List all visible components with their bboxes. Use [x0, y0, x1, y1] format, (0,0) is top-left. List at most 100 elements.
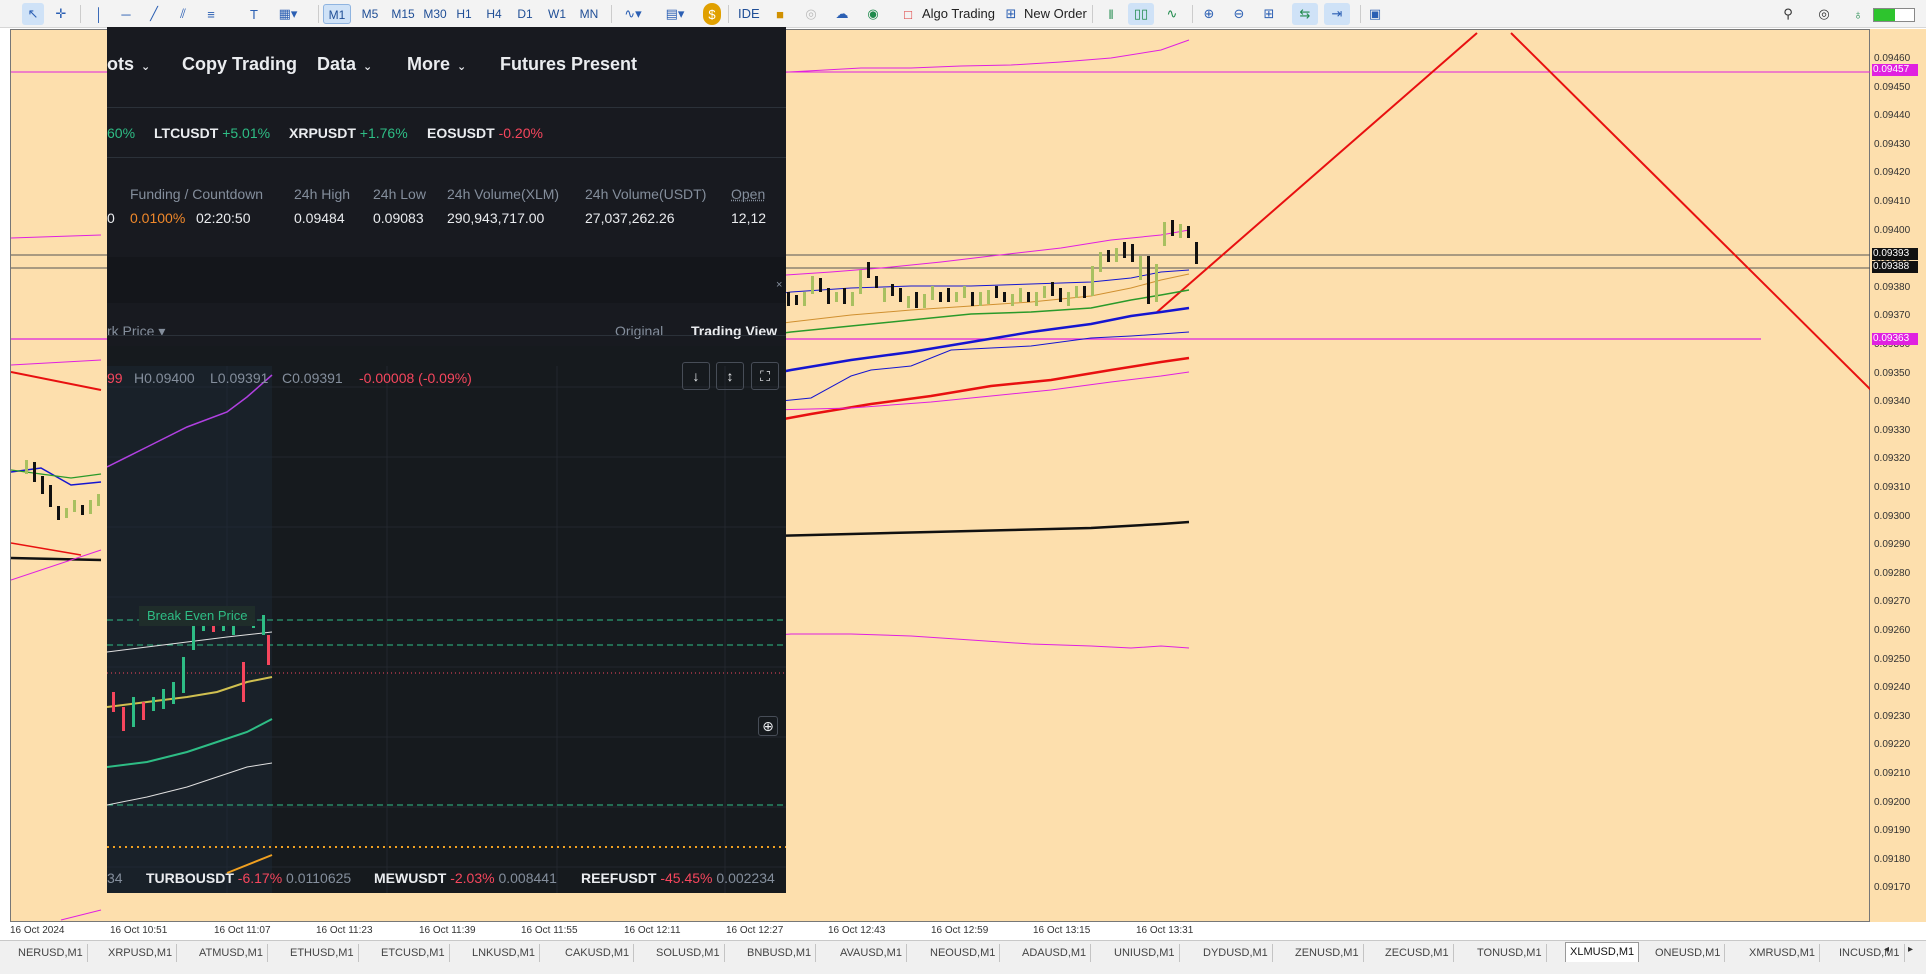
timeframe-d1[interactable]: D1: [514, 4, 536, 24]
timeframe-h4[interactable]: H4: [483, 4, 505, 24]
bottom-ticker-mewusdt[interactable]: MEWUSDT -2.03% 0.008441: [374, 870, 557, 886]
bottom-ticker-reefusdt[interactable]: REEFUSDT -45.45% 0.002234: [581, 870, 775, 886]
symbol-tab[interactable]: BNBUSD,M1: [743, 944, 817, 962]
ticker-xrpusdt[interactable]: XRPUSDT +1.76%: [289, 125, 408, 141]
price-label: 0.09250: [1874, 653, 1911, 665]
new-order-button[interactable]: New Order: [1024, 5, 1087, 23]
candlestick-icon[interactable]: ▯▯: [1128, 3, 1154, 25]
nav-more[interactable]: More ⌄: [407, 54, 466, 75]
grid-icon[interactable]: ⊞: [1258, 3, 1280, 25]
symbol-tab[interactable]: LNKUSD,M1: [468, 944, 540, 962]
chart-type-icon[interactable]: ∿▾: [618, 3, 648, 25]
symbol-tab[interactable]: ATMUSD,M1: [195, 944, 268, 962]
view-tradingview-tab[interactable]: Trading View: [691, 323, 777, 339]
shapes-menu-icon[interactable]: ▦▾: [273, 3, 303, 25]
symbol-tab[interactable]: XLMUSD,M1: [1565, 942, 1640, 963]
nav-bots[interactable]: ots ⌄: [107, 54, 150, 75]
time-label: 16 Oct 10:51: [110, 925, 168, 936]
trendline-icon[interactable]: ╱: [143, 3, 165, 25]
symbol-tab[interactable]: ZENUSD,M1: [1291, 944, 1364, 962]
line-chart-icon[interactable]: ∿: [1160, 3, 1184, 25]
symbol-tab[interactable]: UNIUSD,M1: [1110, 944, 1180, 962]
ticker-item[interactable]: 60%: [107, 125, 135, 141]
timeframe-m5[interactable]: M5: [356, 4, 384, 24]
bar-chart-icon[interactable]: ‖: [1100, 3, 1122, 25]
collapse-icon[interactable]: ×: [776, 279, 782, 291]
algo-trading-icon[interactable]: □: [900, 3, 916, 25]
timeframe-m30[interactable]: M30: [419, 4, 451, 24]
new-order-icon[interactable]: ⊞: [1002, 3, 1020, 25]
zoom-in-icon[interactable]: ⊕: [1198, 3, 1220, 25]
timeframe-w1[interactable]: W1: [545, 4, 569, 24]
tab-scroll-left-icon[interactable]: ◂: [1884, 944, 1889, 955]
tab-scroll-right-icon[interactable]: ▸: [1908, 944, 1913, 955]
search-icon[interactable]: ⚲: [1778, 3, 1798, 25]
symbol-tab[interactable]: NEOUSD,M1: [926, 944, 1001, 962]
symbol-tab[interactable]: XMRUSD,M1: [1745, 944, 1821, 962]
horizontal-line-icon[interactable]: ─: [115, 3, 137, 25]
text-icon[interactable]: T: [243, 3, 265, 25]
channel-icon[interactable]: ⫽: [172, 3, 194, 25]
price-label: 0.09300: [1874, 510, 1911, 522]
account-icon[interactable]: ◎: [1814, 3, 1834, 25]
symbol-tab[interactable]: ETCUSD,M1: [377, 944, 450, 962]
symbol-tab[interactable]: INCUSD,M1: [1835, 944, 1905, 962]
dollar-icon[interactable]: $: [703, 3, 721, 25]
ohlc-change: -0.00008 (-0.09%): [359, 370, 472, 386]
timeframe-m15[interactable]: M15: [387, 4, 419, 24]
nav-copy-trading[interactable]: Copy Trading: [182, 54, 297, 75]
fibonacci-icon[interactable]: ≡: [200, 3, 222, 25]
trendline-falling: [1510, 32, 1871, 391]
bottom-ticker-turbousdt[interactable]: TURBOUSDT -6.17% 0.0110625: [146, 870, 351, 886]
symbol-tab[interactable]: AVAUSD,M1: [836, 944, 907, 962]
view-original-tab[interactable]: Original: [615, 323, 663, 339]
price-axis[interactable]: [1870, 29, 1926, 922]
ide-button[interactable]: IDE: [738, 5, 760, 23]
nav-data[interactable]: Data ⌄: [317, 54, 372, 75]
chart-shift-icon[interactable]: ⇥: [1324, 3, 1350, 25]
download-icon[interactable]: ↓: [682, 362, 710, 390]
trendline-rising: [1155, 32, 1478, 314]
symbol-tab[interactable]: XRPUSD,M1: [104, 944, 178, 962]
collapse-arrows-icon[interactable]: ↕: [716, 362, 744, 390]
zoom-out-icon[interactable]: ⊖: [1228, 3, 1250, 25]
symbol-tab[interactable]: SOLUSD,M1: [652, 944, 725, 962]
exchange-overlay-window[interactable]: ots ⌄ Copy Trading Data ⌄ More ⌄ Futures Pr…: [107, 27, 786, 893]
price-type-dropdown[interactable]: rk Price ▾: [107, 323, 165, 340]
symbol-tab[interactable]: NERUSD,M1: [14, 944, 88, 962]
vertical-line-icon[interactable]: │: [88, 3, 110, 25]
cloud-icon[interactable]: ☁: [830, 3, 854, 25]
signal-icon[interactable]: ◎: [800, 3, 822, 25]
symbol-tab[interactable]: ADAUSD,M1: [1018, 944, 1092, 962]
timeframe-h1[interactable]: H1: [453, 4, 475, 24]
ticker-ltcusdt[interactable]: LTCUSDT +5.01%: [154, 125, 270, 141]
symbol-tab[interactable]: ZECUSD,M1: [1381, 944, 1454, 962]
bottom-ticker-item[interactable]: 34: [107, 870, 123, 886]
autoscroll-icon[interactable]: ⇆: [1292, 3, 1318, 25]
symbol-tab[interactable]: DYDUSD,M1: [1199, 944, 1273, 962]
symbol-tab[interactable]: TONUSD,M1: [1473, 944, 1547, 962]
timeframe-mn[interactable]: MN: [575, 4, 603, 24]
symbol-tab[interactable]: CAKUSD,M1: [561, 944, 635, 962]
price-label: 0.09350: [1874, 367, 1911, 379]
band-bottom-left: [60, 909, 102, 921]
ohlc-low: L0.09391: [210, 370, 269, 386]
ticker-eosusdt[interactable]: EOSUSDT -0.20%: [427, 125, 543, 141]
cursor-icon[interactable]: ↖: [22, 3, 44, 25]
nav-futures-present[interactable]: Futures Present: [500, 54, 637, 75]
algo-trading-button[interactable]: Algo Trading: [922, 5, 995, 23]
fullscreen-icon[interactable]: ⛶: [751, 362, 779, 390]
screenshot-icon[interactable]: ▣: [1364, 3, 1386, 25]
symbol-tab[interactable]: ETHUSD,M1: [286, 944, 359, 962]
timeframe-m1[interactable]: M1: [323, 4, 351, 24]
open-interest-value: 12,12: [731, 210, 767, 226]
vps-icon[interactable]: ◉: [862, 3, 884, 25]
symbol-tab[interactable]: ONEUSD,M1: [1651, 944, 1726, 962]
price-label: 0.09210: [1874, 768, 1911, 779]
price-label: 0.09180: [1874, 853, 1911, 865]
crosshair-icon[interactable]: ✛: [50, 3, 72, 25]
template-icon[interactable]: ▤▾: [660, 3, 690, 25]
add-indicator-icon[interactable]: ⊕: [758, 716, 778, 736]
low-header: 24h Low: [373, 186, 426, 202]
bag-icon[interactable]: ■: [770, 3, 790, 25]
